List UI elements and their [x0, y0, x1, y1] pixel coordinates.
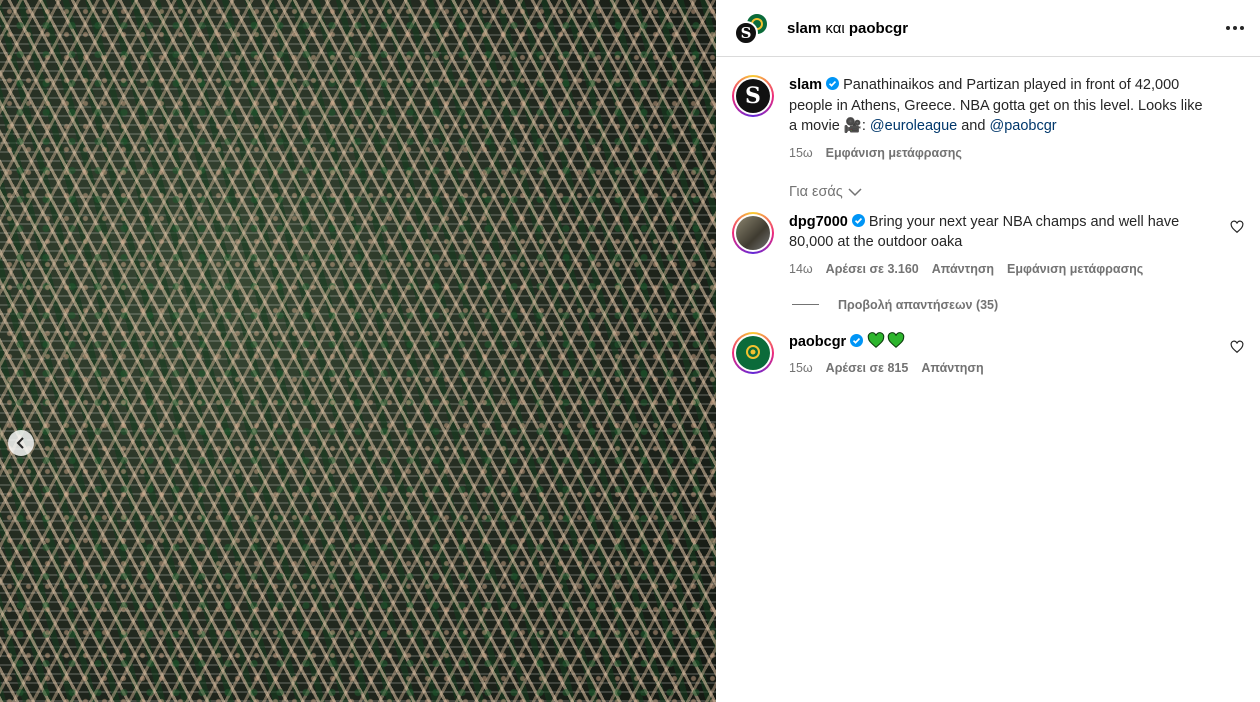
header-account2[interactable]: paobcgr [849, 20, 908, 37]
avatar[interactable] [732, 211, 774, 254]
comment-likes[interactable]: Αρέσει σε 815 [826, 361, 909, 375]
comment-translation-link[interactable]: Εμφάνιση μετάφρασης [1007, 262, 1143, 276]
view-replies-label: Προβολή απαντήσεων (35) [838, 297, 999, 312]
reply-button[interactable]: Απάντηση [932, 262, 994, 276]
verified-icon [826, 77, 840, 90]
comment-username[interactable]: dpg7000 [789, 214, 848, 230]
caption-username[interactable]: slam [789, 77, 822, 93]
avatar[interactable]: S [732, 75, 774, 117]
post-header: S slam και paobcgr [716, 0, 1260, 57]
reply-button[interactable]: Απάντηση [921, 361, 983, 375]
comment-item: dpg7000 Bring your next year NBA champs a… [732, 211, 1244, 276]
comment-item: paobcgr 15ω Αρέσει σε 815 Απάντηση [732, 331, 1244, 375]
slam-avatar: S [734, 21, 758, 45]
heart-icon[interactable] [1230, 220, 1244, 234]
post-detail-panel: S slam και paobcgr S slam Panathinaikos a… [716, 0, 1260, 702]
chevron-down-icon [848, 187, 862, 196]
replies-divider [792, 304, 819, 305]
post-media-image[interactable] [0, 0, 716, 702]
more-icon[interactable] [1226, 26, 1244, 30]
comments-section: S slam Panathinaikos and Partizan played … [716, 57, 1260, 375]
green-heart-icon [887, 331, 905, 348]
mention-paobcgr[interactable]: @paobcgr [989, 118, 1056, 134]
mention-euroleague[interactable]: @euroleague [870, 118, 957, 134]
comment-time[interactable]: 14ω [789, 262, 813, 276]
for-you-label: Για εσάς [789, 183, 843, 200]
header-conjunction: και [825, 19, 845, 37]
verified-icon [851, 213, 865, 227]
comment-time[interactable]: 15ω [789, 361, 813, 375]
carousel-previous-button[interactable] [8, 430, 34, 456]
caption-time[interactable]: 15ω [789, 146, 813, 160]
collab-avatars[interactable]: S [731, 9, 769, 47]
paobcgr-logo [736, 335, 770, 370]
header-account1[interactable]: slam [787, 20, 821, 37]
dpg7000-avatar-image [736, 215, 770, 250]
view-replies-button[interactable]: Προβολή απαντήσεων (35) [792, 298, 1244, 312]
green-heart-icon [867, 331, 885, 348]
for-you-sort[interactable]: Για εσάς [789, 184, 1244, 200]
chevron-left-icon [16, 437, 24, 449]
avatar[interactable] [732, 331, 774, 374]
post-caption: S slam Panathinaikos and Partizan played … [732, 75, 1244, 160]
slam-logo: S [736, 79, 770, 113]
comment-emoji [867, 331, 905, 348]
heart-icon[interactable] [1230, 340, 1244, 354]
comment-likes[interactable]: Αρέσει σε 3.160 [826, 262, 919, 276]
caption-and: and [957, 118, 990, 134]
header-title[interactable]: slam και paobcgr [787, 20, 908, 37]
caption-translation-link[interactable]: Εμφάνιση μετάφρασης [826, 146, 962, 160]
comment-username[interactable]: paobcgr [789, 334, 846, 350]
verified-icon [850, 333, 864, 347]
